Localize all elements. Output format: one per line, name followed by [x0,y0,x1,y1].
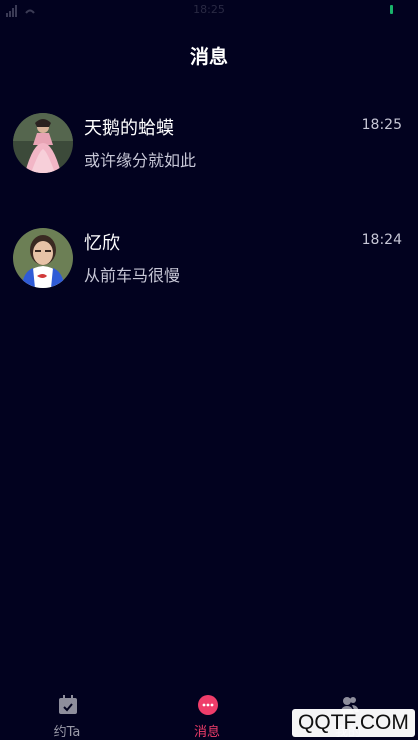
conversation-name: 天鹅的蛤蟆 [84,118,174,139]
status-time: 18:25 [193,3,225,16]
tab-label: 消息 [193,725,220,740]
message-bubble-icon [198,695,218,715]
status-bar: 18:25 [0,0,418,22]
page-title: 消息 [189,46,228,68]
conversation-item[interactable]: 忆欣 从前车马很慢 18:24 [0,228,418,308]
tab-yue-ta[interactable]: 约Ta [17,690,117,740]
conversation-name: 忆欣 [84,233,120,254]
battery-icon [390,5,393,14]
conversation-message: 或许缘分就如此 [84,151,197,170]
avatar [13,113,73,173]
conversation-item[interactable]: 天鹅的蛤蟆 或许缘分就如此 18:25 [0,113,418,193]
conversation-message: 从前车马很慢 [84,266,181,285]
conversation-time: 18:25 [361,117,402,133]
tab-label: 约Ta [53,725,81,740]
calendar-check-icon [59,695,77,714]
avatar [13,228,73,288]
tab-messages[interactable]: 消息 [157,690,257,740]
conversation-time: 18:24 [361,232,402,248]
watermark: QQTF.COM [292,709,415,737]
